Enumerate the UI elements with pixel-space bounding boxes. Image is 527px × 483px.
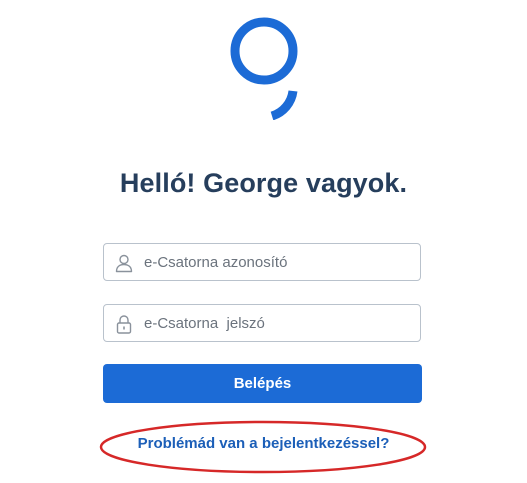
password-field[interactable] bbox=[103, 304, 421, 342]
username-input[interactable] bbox=[144, 244, 414, 280]
user-icon bbox=[115, 254, 133, 273]
username-field[interactable] bbox=[103, 243, 421, 281]
george-logo-icon bbox=[230, 17, 298, 120]
login-button[interactable]: Belépés bbox=[103, 364, 422, 403]
page-title: Helló! George vagyok. bbox=[119, 168, 408, 198]
lock-icon bbox=[116, 315, 132, 334]
login-help-link[interactable]: Problémád van a bejelentkezéssel? bbox=[0, 435, 527, 452]
password-input[interactable] bbox=[144, 305, 414, 341]
